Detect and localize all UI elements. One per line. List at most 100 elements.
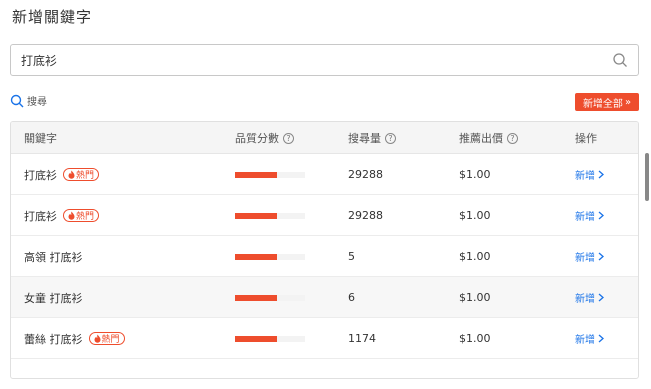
volume-text: 5 [348,250,355,263]
search-link[interactable]: 搜尋 [10,93,47,108]
keyword-table: 關鍵字 品質分數 ? 搜尋量 ? 推薦出價 ? 操作 打底衫 熱門 29288 … [10,121,639,379]
flame-icon [68,211,75,220]
chevron-right-icon [598,252,604,261]
add-keyword-link[interactable]: 新增 [575,167,604,182]
keyword-text: 打底衫 [24,168,57,182]
bid-cell: $1.00 [459,195,491,236]
hot-badge-label: 熱門 [76,171,95,181]
quality-cell [235,236,305,277]
quality-cell [235,277,305,318]
chevron-right-icon [598,211,604,220]
bid-text: $1.00 [459,168,491,181]
bid-cell: $1.00 [459,154,491,195]
quality-bar [235,171,305,178]
chevron-right-icon [598,334,604,343]
bid-text: $1.00 [459,332,491,345]
help-icon[interactable]: ? [385,132,396,144]
table-row: 高領 打底衫 5 $1.00 新增 [11,236,638,277]
volume-cell: 6 [348,277,355,318]
keyword-text: 打底衫 [24,209,57,223]
help-icon[interactable]: ? [507,132,518,144]
chevron-right-icon [598,293,604,302]
keyword-cell: 女童 打底衫 [24,277,83,318]
action-cell: 新增 [575,236,604,277]
hot-badge: 熱門 [63,168,100,181]
volume-cell: 29288 [348,195,383,236]
table-row: 蕾絲 打底衫 熱門 1174 $1.00 新增 [11,318,638,359]
quality-bar [235,335,305,342]
header-bid-label: 推薦出價 [459,132,503,145]
header-volume: 搜尋量 ? [348,122,396,154]
bid-text: $1.00 [459,291,491,304]
quality-bar-fill [235,335,277,342]
action-cell: 新增 [575,195,604,236]
keyword-search-box[interactable] [10,44,639,76]
table-row: 打底衫 熱門 29288 $1.00 新增 [11,154,638,195]
header-keyword: 關鍵字 [24,122,57,154]
keyword-cell: 蕾絲 打底衫 熱門 [24,318,125,359]
bid-text: $1.00 [459,250,491,263]
volume-text: 6 [348,291,355,304]
quality-bar-fill [235,294,277,301]
volume-text: 29288 [348,209,383,222]
chevron-right-icon [598,170,604,179]
volume-cell: 5 [348,236,355,277]
flame-icon [68,170,75,179]
quality-cell [235,154,305,195]
action-cell: 新增 [575,318,604,359]
quality-bar-fill [235,171,277,178]
add-keyword-link[interactable]: 新增 [575,249,604,264]
quality-bar [235,253,305,260]
page-title: 新增關鍵字 [12,8,93,26]
table-row: 女童 打底衫 6 $1.00 新增 [11,277,638,318]
hot-badge-label: 熱門 [76,212,95,222]
add-keyword-label: 新增 [575,335,595,346]
search-link-icon [10,94,24,107]
bid-text: $1.00 [459,209,491,222]
keyword-text: 女童 打底衫 [24,291,83,305]
header-quality-label: 品質分數 [235,132,279,145]
add-all-button[interactable]: 新增全部 » [575,93,639,111]
quality-bar-fill [235,212,277,219]
bid-cell: $1.00 [459,236,491,277]
add-keyword-label: 新增 [575,294,595,305]
flame-icon [94,334,100,343]
action-cell: 新增 [575,277,604,318]
volume-cell: 1174 [348,318,376,359]
add-keyword-link[interactable]: 新增 [575,208,604,223]
header-bid: 推薦出價 ? [459,122,518,154]
action-cell: 新增 [575,154,604,195]
keyword-cell: 打底衫 熱門 [24,154,100,195]
header-keyword-label: 關鍵字 [24,132,57,145]
volume-text: 29288 [348,168,383,181]
volume-text: 1174 [348,332,376,345]
quality-cell [235,195,305,236]
hot-badge: 熱門 [63,209,100,222]
help-icon[interactable]: ? [283,132,294,144]
keyword-text: 高領 打底衫 [24,250,83,264]
keyword-cell: 打底衫 熱門 [24,195,100,236]
add-keyword-label: 新增 [575,171,595,182]
bid-cell: $1.00 [459,318,491,359]
search-icon[interactable] [612,52,628,68]
add-keyword-label: 新增 [575,212,595,223]
hot-badge: 熱門 [88,332,125,345]
scrollbar-thumb[interactable] [645,153,649,201]
add-keyword-link[interactable]: 新增 [575,290,604,305]
header-action: 操作 [575,122,597,154]
quality-cell [235,318,305,359]
keyword-text: 蕾絲 打底衫 [24,332,83,346]
scrollbar-track[interactable] [631,154,637,378]
add-all-label: 新增全部 [582,98,623,110]
keyword-search-input[interactable] [11,45,601,75]
quality-bar [235,294,305,301]
search-link-label: 搜尋 [27,97,47,108]
hot-badge-label: 熱門 [101,335,120,345]
volume-cell: 29288 [348,154,383,195]
header-action-label: 操作 [575,132,597,145]
double-chevron-icon: » [624,96,632,108]
add-keyword-link[interactable]: 新增 [575,331,604,346]
quality-bar [235,212,305,219]
table-row: 打底衫 熱門 29288 $1.00 新增 [11,195,638,236]
header-quality: 品質分數 ? [235,122,294,154]
